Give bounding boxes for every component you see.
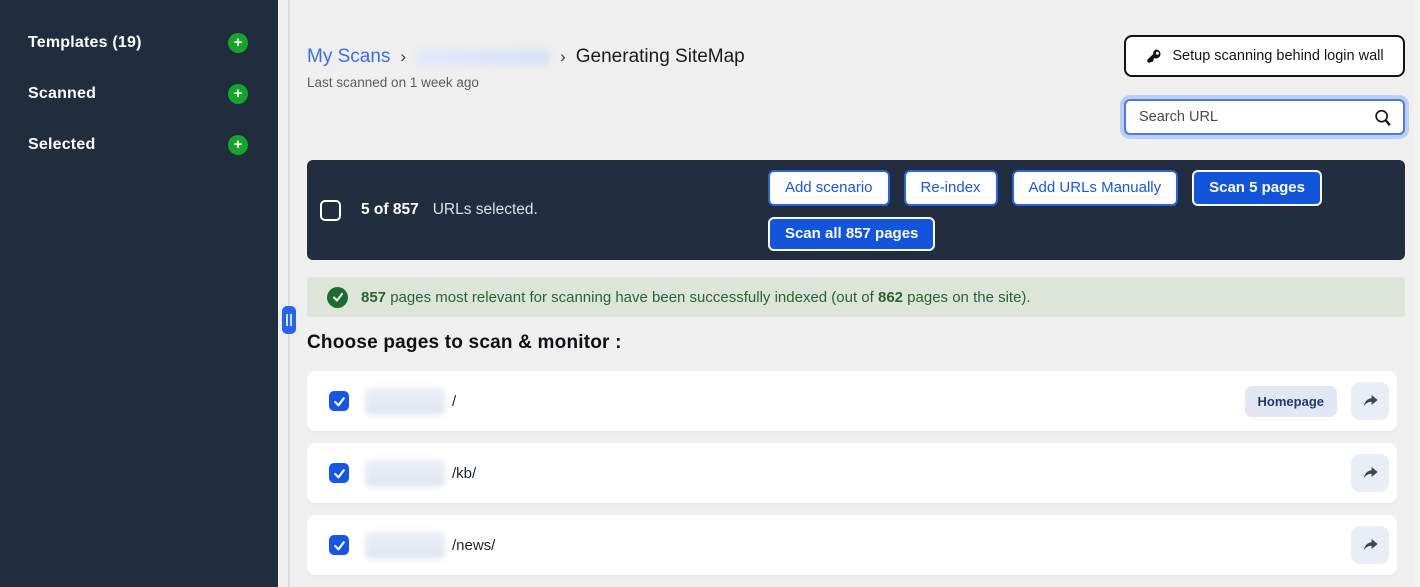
scrollbar-track[interactable] — [1414, 0, 1420, 587]
sidebar-item-label: Selected — [28, 136, 95, 154]
breadcrumb-separator: › — [560, 47, 566, 67]
toolbar-buttons: Add scenario Re-index Add URLs Manually … — [768, 170, 1322, 251]
drag-handle-icon — [286, 314, 288, 326]
panel-resize-handle[interactable] — [282, 306, 296, 334]
breadcrumb-separator: › — [400, 47, 406, 67]
url-path: / — [452, 393, 456, 410]
sidebar-item-label: Scanned — [28, 85, 96, 103]
share-arrow-icon — [1360, 391, 1381, 412]
setup-login-wall-button[interactable]: Setup scanning behind login wall — [1124, 35, 1405, 77]
row-checkbox[interactable] — [329, 463, 349, 483]
sidebar-item-scanned[interactable]: Scanned + — [28, 84, 248, 104]
plus-icon: + — [234, 85, 243, 102]
scan-all-button[interactable]: Scan all 857 pages — [768, 217, 935, 251]
url-domain-redacted — [365, 387, 445, 415]
selection-suffix: URLs selected. — [433, 201, 538, 218]
header-actions: Setup scanning behind login wall — [1124, 35, 1405, 135]
search-url-input[interactable] — [1126, 101, 1403, 133]
search-icon[interactable] — [1372, 107, 1394, 134]
breadcrumb-current: Generating SiteMap — [576, 46, 745, 68]
panel-divider — [288, 0, 290, 587]
breadcrumb-my-scans-link[interactable]: My Scans — [307, 46, 390, 68]
search-url-container — [1124, 99, 1405, 135]
url-path: /news/ — [452, 537, 495, 554]
share-arrow-icon — [1360, 535, 1381, 556]
sidebar-item-label: Templates (19) — [28, 34, 142, 52]
url-list: / Homepage /kb/ — [307, 371, 1405, 575]
add-template-button[interactable]: + — [228, 33, 248, 53]
sidebar: Templates (19) + Scanned + Selected + — [0, 0, 278, 587]
plus-icon: + — [234, 136, 243, 153]
url-row-kb: /kb/ — [307, 443, 1397, 503]
index-success-banner: 857 pages most relevant for scanning hav… — [307, 277, 1405, 317]
add-scenario-button[interactable]: Add scenario — [768, 170, 890, 206]
add-selected-button[interactable]: + — [228, 135, 248, 155]
plus-icon: + — [234, 34, 243, 51]
url-path: /kb/ — [452, 465, 476, 482]
url-domain-redacted — [365, 531, 445, 559]
add-scanned-button[interactable]: + — [228, 84, 248, 104]
selection-count: 5 of 857 — [361, 201, 419, 218]
breadcrumb-site-redacted — [416, 49, 550, 66]
setup-login-wall-label: Setup scanning behind login wall — [1172, 48, 1383, 64]
drag-handle-icon — [290, 314, 292, 326]
share-arrow-icon — [1360, 463, 1381, 484]
url-row-homepage: / Homepage — [307, 371, 1397, 431]
section-title: Choose pages to scan & monitor : — [307, 332, 1405, 354]
add-urls-manually-button[interactable]: Add URLs Manually — [1012, 170, 1179, 206]
url-domain-redacted — [365, 459, 445, 487]
sidebar-item-selected[interactable]: Selected + — [28, 135, 248, 155]
sidebar-item-templates[interactable]: Templates (19) + — [28, 33, 248, 53]
check-icon — [327, 287, 348, 308]
select-all-checkbox[interactable] — [320, 200, 341, 221]
selection-toolbar: 5 of 857 URLs selected. Add scenario Re-i… — [307, 160, 1405, 260]
main-content: Setup scanning behind login wall My Scan… — [278, 0, 1420, 587]
row-checkbox[interactable] — [329, 391, 349, 411]
homepage-badge[interactable]: Homepage — [1245, 386, 1337, 417]
open-url-button[interactable] — [1351, 454, 1389, 492]
open-url-button[interactable] — [1351, 382, 1389, 420]
selection-count-text: 5 of 857 URLs selected. — [361, 201, 538, 219]
reindex-button[interactable]: Re-index — [904, 170, 998, 206]
row-checkbox[interactable] — [329, 535, 349, 555]
url-row-news: /news/ — [307, 515, 1397, 575]
scan-selected-button[interactable]: Scan 5 pages — [1192, 170, 1322, 206]
open-url-button[interactable] — [1351, 526, 1389, 564]
banner-message: 857 pages most relevant for scanning hav… — [361, 289, 1031, 306]
key-icon — [1145, 48, 1162, 65]
